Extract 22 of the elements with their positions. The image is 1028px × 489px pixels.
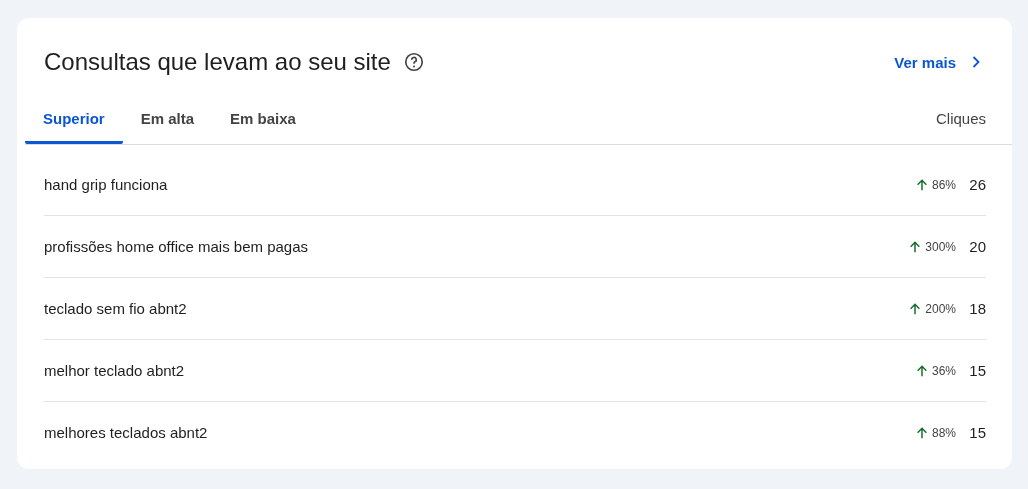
query-text[interactable]: hand grip funciona xyxy=(44,176,168,193)
clicks-count: 26 xyxy=(968,176,986,193)
tab[interactable]: Em baixa xyxy=(212,100,314,144)
see-more-link[interactable]: Ver mais xyxy=(894,52,986,72)
column-header: Cliques xyxy=(935,109,986,129)
query-text[interactable]: teclado sem fio abnt2 xyxy=(44,300,187,317)
clicks-count: 15 xyxy=(968,362,986,379)
change-percent: 36% xyxy=(931,363,956,378)
clicks-count: 18 xyxy=(968,300,986,317)
query-text[interactable]: melhores teclados abnt2 xyxy=(44,424,208,441)
card-title: Consultas que levam ao seu site xyxy=(44,48,391,76)
clicks-count: 20 xyxy=(968,238,986,255)
clicks-count: 15 xyxy=(968,424,986,441)
change-percent: 88% xyxy=(931,425,956,440)
tab[interactable]: Em alta xyxy=(122,100,213,144)
help-icon[interactable] xyxy=(402,51,425,73)
change-percent: 200% xyxy=(925,301,956,316)
change-percent: 300% xyxy=(925,239,956,254)
tab[interactable]: Superior xyxy=(25,100,123,144)
query-text[interactable]: profissões home office mais bem pagas xyxy=(44,238,309,255)
change-percent: 86% xyxy=(931,177,956,192)
query-text[interactable]: melhor teclado abnt2 xyxy=(44,362,185,379)
